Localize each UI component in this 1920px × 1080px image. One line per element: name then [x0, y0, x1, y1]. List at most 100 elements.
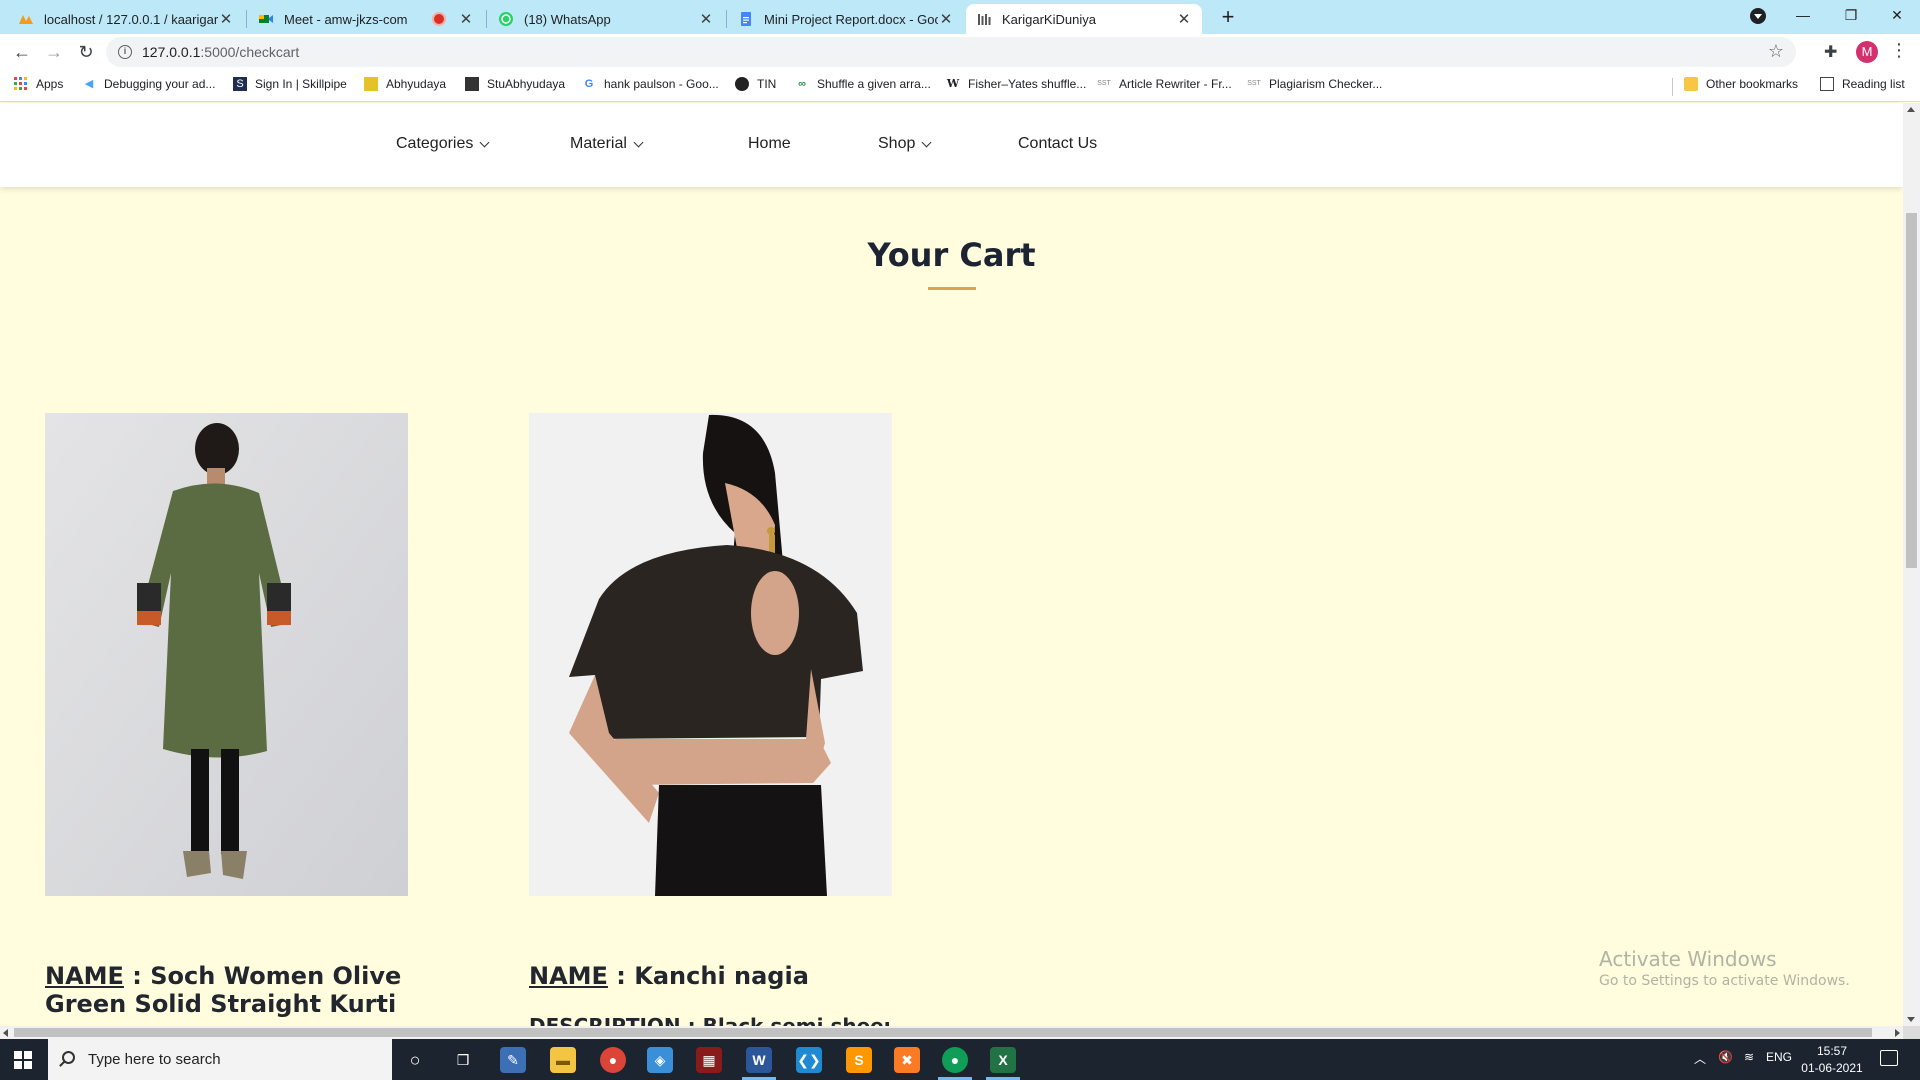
bookmark-tin[interactable]: TIN	[735, 77, 776, 91]
nav-shop[interactable]: Shop	[878, 135, 932, 153]
bookmark-apps[interactable]: Apps	[14, 77, 63, 91]
system-clock[interactable]: 15:57 01-06-2021	[1800, 1043, 1864, 1077]
scroll-down-icon[interactable]	[1907, 1017, 1915, 1022]
search-icon	[62, 1051, 75, 1064]
tab-meet[interactable]: Meet - amw-jkzs-com ✕	[248, 4, 484, 34]
virtualbox-icon[interactable]: ◈	[647, 1047, 673, 1073]
bookmark-article-rewriter[interactable]: SST Article Rewriter - Fr...	[1097, 77, 1232, 91]
horizontal-scrollbar[interactable]	[0, 1026, 1903, 1039]
tray-overflow-icon[interactable]: ︿	[1694, 1050, 1706, 1067]
nav-label: Home	[748, 135, 791, 152]
bookmark-stuabhyudaya[interactable]: StuAbhyudaya	[465, 77, 565, 91]
name-label: NAME	[529, 962, 608, 990]
tab-google-docs[interactable]: Mini Project Report.docx - Google Docs ✕	[728, 4, 964, 34]
tab-title: Meet - amw-jkzs-com	[284, 11, 408, 27]
vertical-scrollbar[interactable]	[1903, 103, 1920, 1026]
recording-icon	[434, 14, 444, 24]
bookmark-fisher-yates[interactable]: W Fisher–Yates shuffle...	[946, 77, 1086, 91]
excel-icon[interactable]: X	[990, 1047, 1016, 1073]
scroll-up-icon[interactable]	[1907, 107, 1915, 112]
bookmark-debugging[interactable]: ◀ Debugging your ad...	[82, 77, 216, 91]
address-bar[interactable]: i 127.0.0.1:5000/checkcart ☆	[106, 37, 1796, 67]
file-explorer-icon[interactable]: ▬	[550, 1047, 576, 1073]
bookmark-label: Shuffle a given arra...	[817, 77, 931, 91]
close-icon[interactable]: ✕	[218, 10, 234, 28]
whatsapp-icon	[499, 12, 513, 26]
nav-categories[interactable]: Categories	[396, 135, 490, 153]
task-view-icon[interactable]: ❒	[450, 1047, 476, 1073]
tab-whatsapp[interactable]: (18) WhatsApp ✕	[488, 4, 724, 34]
xampp-icon[interactable]: ✖	[894, 1047, 920, 1073]
tab-title: localhost / 127.0.0.1 / kaarigarkiduniya	[44, 11, 218, 27]
tab-search-icon[interactable]	[1750, 8, 1766, 24]
bookmark-plagiarism-checker[interactable]: SST Plagiarism Checker...	[1247, 77, 1382, 91]
product-image[interactable]	[45, 413, 408, 896]
bookmark-hank-paulson[interactable]: G hank paulson - Goo...	[582, 77, 719, 91]
tab-phpmyadmin[interactable]: localhost / 127.0.0.1 / kaarigarkiduniya…	[8, 4, 244, 34]
close-icon[interactable]: ✕	[698, 10, 714, 28]
blouse-photo	[529, 413, 892, 896]
close-window-button[interactable]: ✕	[1874, 0, 1920, 32]
site-info-icon[interactable]: i	[118, 45, 132, 59]
reading-list-button[interactable]: Reading list	[1820, 77, 1905, 91]
taskbar-search-input[interactable]: Type here to search	[48, 1039, 392, 1080]
game-icon[interactable]: ▦	[696, 1047, 722, 1073]
reload-icon[interactable]: ↻	[72, 38, 100, 66]
windows-taskbar: Type here to search ○ ❒ ✎ ▬ ● ◈ ▦ W ❮❯ S…	[0, 1039, 1920, 1080]
windows-start-icon[interactable]	[14, 1051, 32, 1069]
chrome-window-icon[interactable]: ●	[942, 1047, 968, 1073]
language-indicator[interactable]: ENG	[1766, 1050, 1792, 1064]
cart-item: NAME : Soch Women Olive Green Solid Stra…	[45, 413, 408, 1018]
minimize-button[interactable]: —	[1780, 0, 1826, 32]
bookmark-skillpipe[interactable]: S Sign In | Skillpipe	[233, 77, 347, 91]
extensions-puzzle-icon[interactable]: ✚	[1824, 42, 1837, 62]
volume-muted-icon[interactable]: 🔇	[1718, 1050, 1733, 1064]
url-text[interactable]: 127.0.0.1:5000/checkcart	[142, 44, 299, 60]
back-arrow-icon[interactable]: ←	[8, 38, 36, 66]
wifi-icon[interactable]: ≋	[1744, 1050, 1754, 1064]
notification-center-icon[interactable]	[1880, 1050, 1898, 1066]
bookmarks-bar: Apps ◀ Debugging your ad... S Sign In | …	[0, 70, 1920, 102]
product-image[interactable]	[529, 413, 892, 896]
scroll-right-icon[interactable]	[1895, 1029, 1900, 1037]
browser-menu-icon[interactable]: ⋮	[1890, 40, 1908, 61]
bookmark-shuffle[interactable]: ∞ Shuffle a given arra...	[795, 77, 931, 91]
tab-title: (18) WhatsApp	[524, 11, 611, 27]
chrome-icon[interactable]: ●	[600, 1047, 626, 1073]
new-tab-button[interactable]: +	[1214, 4, 1242, 32]
bookmark-abhyudaya[interactable]: Abhyudaya	[364, 77, 446, 91]
bookmark-star-icon[interactable]: ☆	[1768, 41, 1784, 62]
bookmark-label: Article Rewriter - Fr...	[1119, 77, 1232, 91]
vscode-icon[interactable]: ❮❯	[796, 1047, 822, 1073]
close-icon[interactable]: ✕	[938, 10, 954, 28]
apps-grid-icon	[14, 77, 27, 90]
restore-button[interactable]: ❐	[1828, 0, 1874, 32]
profile-avatar[interactable]: M	[1856, 41, 1878, 63]
globe-icon	[735, 77, 749, 91]
bookmark-label: TIN	[757, 77, 777, 91]
sublime-text-icon[interactable]: S	[846, 1047, 872, 1073]
chevron-down-icon	[479, 137, 490, 147]
url-host: 127.0.0.1	[142, 44, 201, 60]
cortana-icon[interactable]: ○	[402, 1047, 428, 1073]
close-icon[interactable]: ✕	[458, 10, 474, 28]
nav-material[interactable]: Material	[570, 135, 644, 153]
sst-icon: SST	[1247, 80, 1261, 87]
close-icon[interactable]: ✕	[1176, 10, 1192, 28]
tab-karigarkiduniya[interactable]: KarigarKiDuniya ✕	[966, 4, 1202, 34]
tab-title: KarigarKiDuniya	[1002, 11, 1096, 27]
paint-icon[interactable]: ✎	[500, 1047, 526, 1073]
nav-label: Contact Us	[1018, 135, 1098, 152]
stuabhyudaya-icon	[465, 77, 479, 91]
scrollbar-thumb[interactable]	[14, 1028, 1872, 1037]
nav-contact-us[interactable]: Contact Us	[1018, 135, 1097, 153]
forward-arrow-icon[interactable]: →	[40, 38, 68, 66]
bookmark-label: Sign In | Skillpipe	[255, 77, 347, 91]
nav-home[interactable]: Home	[748, 135, 791, 153]
browser-toolbar: ← → ↻ i 127.0.0.1:5000/checkcart ☆	[0, 34, 1920, 70]
clock-time: 15:57	[1816, 1044, 1848, 1058]
scroll-left-icon[interactable]	[3, 1029, 8, 1037]
scrollbar-thumb[interactable]	[1906, 213, 1917, 568]
bookmark-other-bookmarks[interactable]: Other bookmarks	[1684, 77, 1798, 91]
word-icon[interactable]: W	[746, 1047, 772, 1073]
